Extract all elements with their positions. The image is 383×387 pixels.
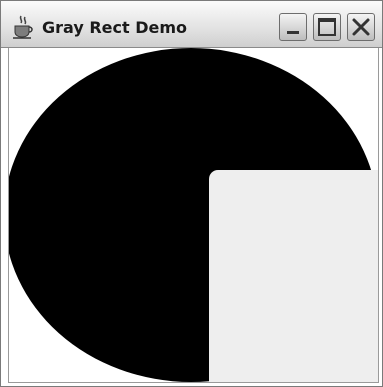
close-button[interactable]	[347, 13, 375, 41]
gray-rounded-rect	[209, 170, 378, 382]
window-title: Gray Rect Demo	[42, 18, 187, 37]
maximize-button[interactable]	[313, 13, 341, 41]
minimize-button[interactable]	[279, 13, 307, 41]
maximize-icon	[318, 18, 336, 36]
title-bar[interactable]: Gray Rect Demo	[1, 1, 382, 48]
minimize-icon	[287, 31, 299, 34]
java-cup-icon[interactable]	[10, 14, 36, 40]
demo-window: Gray Rect Demo	[0, 0, 383, 387]
drawing-canvas	[8, 48, 379, 383]
close-icon	[352, 18, 370, 36]
